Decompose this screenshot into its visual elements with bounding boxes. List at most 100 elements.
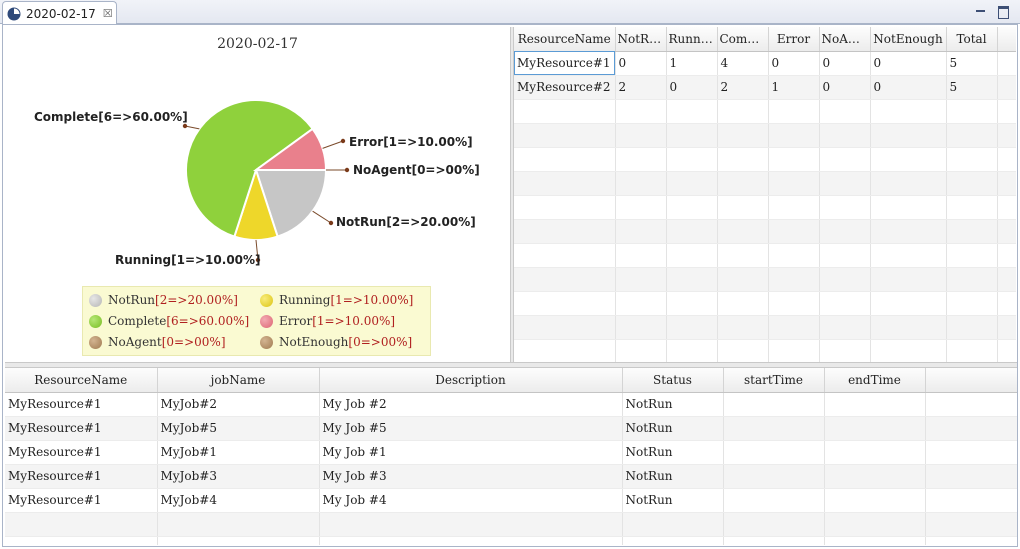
- table-cell[interactable]: NotRun: [622, 464, 724, 489]
- legend-item-notenough: NotEnough [0=>00%]: [260, 333, 412, 351]
- table-cell[interactable]: NotRun: [622, 392, 724, 417]
- table-cell[interactable]: MyResource#1: [5, 440, 158, 465]
- table-cell[interactable]: MyJob#3: [157, 464, 320, 489]
- table-cell[interactable]: [824, 440, 926, 465]
- table-cell[interactable]: [925, 392, 1017, 417]
- table-row[interactable]: MyResource#2 2 0 2 1 0 0 5: [514, 75, 1016, 100]
- table-cell[interactable]: [925, 464, 1017, 489]
- table-cell[interactable]: MyResource#1: [5, 464, 158, 489]
- column-header-description[interactable]: Description: [319, 368, 623, 393]
- column-header-starttime[interactable]: startTime: [723, 368, 825, 393]
- table-cell[interactable]: 5: [946, 51, 998, 76]
- table-cell[interactable]: MyResource#1: [5, 392, 158, 417]
- table-cell: [666, 267, 718, 292]
- table-row[interactable]: MyResource#1 0 1 4 0 0 0 5: [514, 51, 1016, 76]
- empty-row: [514, 219, 1016, 244]
- tab-2020-02-17[interactable]: 2020-02-17 ☒: [2, 1, 117, 25]
- table-cell: [717, 339, 769, 362]
- table-row[interactable]: MyResource#1 MyJob#2 My Job #2 NotRun: [5, 392, 1017, 417]
- table-cell[interactable]: 0: [666, 75, 718, 100]
- table-cell[interactable]: NotRun: [622, 440, 724, 465]
- table-cell: [768, 339, 820, 362]
- table-cell[interactable]: 1: [768, 75, 820, 100]
- column-header-resourcename[interactable]: ResourceName: [5, 368, 158, 393]
- table-cell[interactable]: 0: [768, 51, 820, 76]
- table-cell[interactable]: [997, 75, 1016, 100]
- table-cell[interactable]: 0: [819, 51, 871, 76]
- table-cell[interactable]: MyResource#1: [5, 488, 158, 513]
- table-cell[interactable]: [723, 464, 825, 489]
- table-cell[interactable]: 0: [615, 51, 667, 76]
- maximize-icon[interactable]: [996, 4, 1010, 19]
- table-cell[interactable]: 0: [870, 75, 947, 100]
- table-cell[interactable]: 4: [717, 51, 769, 76]
- table-cell[interactable]: My Job #1: [319, 440, 623, 465]
- table-cell[interactable]: 1: [666, 51, 718, 76]
- table-row[interactable]: MyResource#1 MyJob#4 My Job #4 NotRun: [5, 488, 1017, 513]
- column-header-running[interactable]: Running: [666, 27, 718, 52]
- table-cell[interactable]: MyResource#2: [514, 75, 616, 100]
- table-cell[interactable]: My Job #5: [319, 416, 623, 441]
- table-cell: [997, 123, 1016, 148]
- table-cell: [870, 267, 947, 292]
- column-header-noagent[interactable]: NoAgent: [819, 27, 871, 52]
- table-cell[interactable]: MyJob#1: [157, 440, 320, 465]
- table-cell: [666, 219, 718, 244]
- column-header-filler: [997, 27, 1016, 52]
- table-cell[interactable]: [925, 440, 1017, 465]
- table-cell[interactable]: [997, 51, 1016, 76]
- close-icon[interactable]: ☒: [103, 7, 113, 20]
- table-cell[interactable]: MyJob#2: [157, 392, 320, 417]
- table-row[interactable]: MyResource#1 MyJob#3 My Job #3 NotRun: [5, 464, 1017, 489]
- table-cell[interactable]: 0: [870, 51, 947, 76]
- column-header-error[interactable]: Error: [768, 27, 820, 52]
- table-cell[interactable]: [925, 416, 1017, 441]
- table-cell: [666, 99, 718, 124]
- table-cell: [717, 315, 769, 340]
- column-header-resourcename[interactable]: ResourceName: [514, 27, 616, 52]
- table-cell[interactable]: 5: [946, 75, 998, 100]
- legend-item-notrun: NotRun [2=>20.00%]: [89, 291, 238, 309]
- table-cell[interactable]: MyResource#1: [514, 51, 616, 76]
- table-cell[interactable]: [723, 416, 825, 441]
- table-cell[interactable]: NotRun: [622, 488, 724, 513]
- table-cell[interactable]: [723, 488, 825, 513]
- column-header-jobname[interactable]: jobName: [157, 368, 320, 393]
- table-row[interactable]: MyResource#1 MyJob#1 My Job #1 NotRun: [5, 440, 1017, 465]
- column-header-compl[interactable]: Compl...: [717, 27, 769, 52]
- table-cell[interactable]: MyJob#5: [157, 416, 320, 441]
- legend-value: [6=>60.00%]: [166, 314, 250, 328]
- table-cell[interactable]: 2: [717, 75, 769, 100]
- column-header-endtime[interactable]: endTime: [824, 368, 926, 393]
- table-cell[interactable]: [824, 464, 926, 489]
- table-cell[interactable]: [925, 488, 1017, 513]
- table-cell[interactable]: My Job #3: [319, 464, 623, 489]
- table-cell[interactable]: MyJob#4: [157, 488, 320, 513]
- table-cell[interactable]: [824, 392, 926, 417]
- table-cell: [319, 536, 623, 545]
- table-cell[interactable]: [824, 416, 926, 441]
- table-cell[interactable]: My Job #4: [319, 488, 623, 513]
- table-cell[interactable]: [723, 440, 825, 465]
- table-cell[interactable]: 0: [819, 75, 871, 100]
- column-header-status[interactable]: Status: [622, 368, 724, 393]
- empty-row: [5, 512, 1017, 537]
- table-cell[interactable]: 2: [615, 75, 667, 100]
- table-cell: [514, 99, 616, 124]
- minimize-icon[interactable]: [974, 4, 988, 18]
- table-cell[interactable]: [824, 488, 926, 513]
- table-cell[interactable]: MyResource#1: [5, 416, 158, 441]
- column-header-notrun[interactable]: NotRun: [615, 27, 667, 52]
- table-cell: [768, 171, 820, 196]
- table-cell[interactable]: NotRun: [622, 416, 724, 441]
- table-row[interactable]: MyResource#1 MyJob#5 My Job #5 NotRun: [5, 416, 1017, 441]
- pie-label-complete: Complete[6=>60.00%]: [34, 110, 188, 124]
- table-cell: [819, 267, 871, 292]
- pie-leader-line-notrun: [312, 210, 332, 224]
- resource-summary-grid: ResourceName NotRun Running Compl... Error No…: [514, 27, 1016, 362]
- table-cell: [819, 243, 871, 268]
- table-cell[interactable]: My Job #2: [319, 392, 623, 417]
- column-header-notenough[interactable]: NotEnough: [870, 27, 947, 52]
- table-cell[interactable]: [723, 392, 825, 417]
- column-header-total[interactable]: Total: [946, 27, 998, 52]
